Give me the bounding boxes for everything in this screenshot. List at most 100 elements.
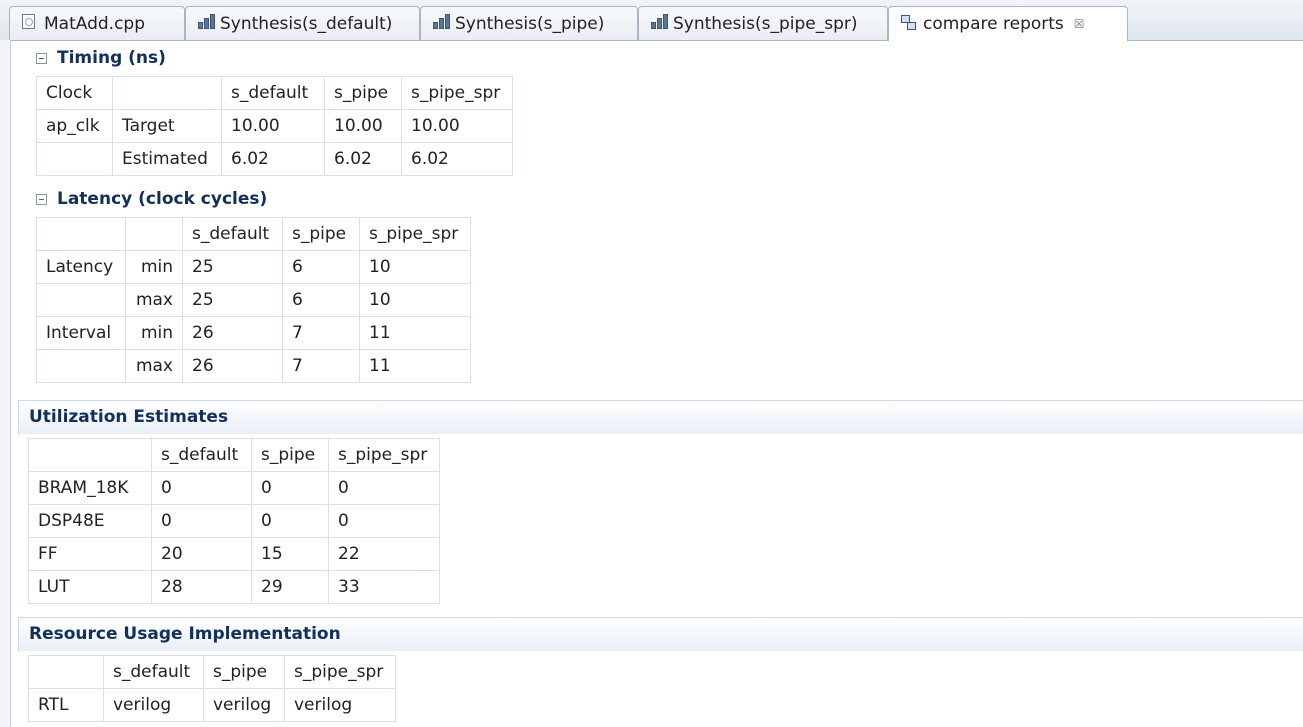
table-cell: 25 bbox=[182, 283, 283, 317]
table-cell: 6.02 bbox=[221, 142, 325, 176]
table-cell: 20 bbox=[151, 537, 252, 571]
table-header-row: s_default s_pipe s_pipe_spr bbox=[36, 217, 471, 251]
editor-left-border bbox=[0, 40, 11, 727]
tab-synthesis-s-pipe[interactable]: Synthesis(s_pipe) bbox=[420, 6, 638, 40]
compare-icon bbox=[901, 14, 917, 34]
table-cell: 6 bbox=[282, 283, 360, 317]
timing-table: Clock s_default s_pipe s_pipe_spr ap_clk… bbox=[36, 76, 513, 176]
tab-label: compare reports bbox=[923, 14, 1064, 34]
table-row: DSP48E 0 0 0 bbox=[28, 504, 440, 538]
table-row: Latency min 25 6 10 bbox=[36, 250, 471, 284]
table-cell: 10.00 bbox=[401, 109, 513, 143]
table-cell bbox=[36, 142, 113, 176]
table-header-row: s_default s_pipe s_pipe_spr bbox=[28, 438, 440, 472]
tab-label: MatAdd.cpp bbox=[44, 13, 145, 34]
table-cell: ap_clk bbox=[36, 109, 113, 143]
table-cell: 0 bbox=[151, 504, 252, 538]
table-cell: LUT bbox=[28, 570, 152, 604]
table-cell: verilog bbox=[103, 688, 204, 722]
utilization-table: s_default s_pipe s_pipe_spr BRAM_18K 0 0… bbox=[28, 438, 440, 604]
resource-section-header[interactable]: Resource Usage Implementation bbox=[18, 617, 1303, 651]
table-cell: 25 bbox=[182, 250, 283, 284]
table-cell: 0 bbox=[328, 471, 440, 505]
resource-table: s_default s_pipe s_pipe_spr RTL verilog … bbox=[28, 655, 396, 722]
table-cell: max bbox=[125, 349, 183, 383]
table-cell bbox=[36, 283, 126, 317]
table-cell: Interval bbox=[36, 316, 126, 350]
table-row: ap_clk Target 10.00 10.00 10.00 bbox=[36, 109, 513, 143]
collapse-icon[interactable] bbox=[36, 52, 47, 64]
table-cell: 0 bbox=[328, 504, 440, 538]
latency-title: Latency (clock cycles) bbox=[57, 189, 268, 209]
table-cell: s_pipe_spr bbox=[328, 438, 440, 472]
table-cell: s_default bbox=[103, 655, 204, 689]
table-cell: 0 bbox=[151, 471, 252, 505]
table-cell: 7 bbox=[282, 316, 360, 350]
editor-tab-bar: MatAdd.cpp Synthesis(s_default) Synthesi… bbox=[0, 0, 1303, 41]
table-cell bbox=[28, 655, 104, 689]
report-icon bbox=[198, 13, 215, 34]
table-row: Interval min 26 7 11 bbox=[36, 316, 471, 350]
report-icon bbox=[651, 13, 668, 34]
tab-compare-reports[interactable]: compare reports ☒ bbox=[888, 6, 1128, 41]
collapse-icon[interactable] bbox=[36, 193, 47, 205]
table-cell: 22 bbox=[328, 537, 440, 571]
table-cell: Clock bbox=[36, 76, 113, 110]
table-cell bbox=[112, 76, 222, 110]
table-header-row: Clock s_default s_pipe s_pipe_spr bbox=[36, 76, 513, 110]
tab-synthesis-s-default[interactable]: Synthesis(s_default) bbox=[185, 6, 420, 40]
table-cell: 10.00 bbox=[324, 109, 402, 143]
table-cell: s_pipe bbox=[282, 217, 360, 251]
table-cell bbox=[36, 349, 126, 383]
utilization-title: Utilization Estimates bbox=[29, 407, 229, 427]
timing-section-header[interactable]: Timing (ns) bbox=[36, 48, 166, 68]
table-cell: 10 bbox=[359, 250, 471, 284]
latency-section-header[interactable]: Latency (clock cycles) bbox=[36, 189, 267, 209]
table-cell: 26 bbox=[182, 349, 283, 383]
report-icon bbox=[433, 13, 450, 34]
table-cell: min bbox=[125, 316, 183, 350]
table-cell: 11 bbox=[359, 316, 471, 350]
table-header-row: s_default s_pipe s_pipe_spr bbox=[28, 655, 396, 689]
table-cell: 6 bbox=[282, 250, 360, 284]
tab-synthesis-s-pipe-spr[interactable]: Synthesis(s_pipe_spr) bbox=[638, 6, 888, 40]
table-cell: FF bbox=[28, 537, 152, 571]
table-cell: Latency bbox=[36, 250, 126, 284]
table-cell: 33 bbox=[328, 570, 440, 604]
table-cell: 0 bbox=[251, 504, 329, 538]
tab-label: Synthesis(s_pipe) bbox=[455, 13, 605, 34]
table-cell: min bbox=[125, 250, 183, 284]
table-cell: verilog bbox=[284, 688, 396, 722]
table-cell: s_pipe_spr bbox=[359, 217, 471, 251]
table-cell: 26 bbox=[182, 316, 283, 350]
table-row: Estimated 6.02 6.02 6.02 bbox=[36, 142, 513, 176]
table-cell: verilog bbox=[203, 688, 285, 722]
table-cell: s_pipe bbox=[251, 438, 329, 472]
file-icon bbox=[22, 13, 38, 34]
table-cell: BRAM_18K bbox=[28, 471, 152, 505]
tab-label: Synthesis(s_pipe_spr) bbox=[673, 13, 858, 34]
table-cell: 15 bbox=[251, 537, 329, 571]
table-row: RTL verilog verilog verilog bbox=[28, 688, 396, 722]
table-cell: 29 bbox=[251, 570, 329, 604]
table-cell: 6.02 bbox=[324, 142, 402, 176]
close-icon[interactable]: ☒ bbox=[1074, 17, 1085, 31]
table-row: max 25 6 10 bbox=[36, 283, 471, 317]
table-cell: s_pipe_spr bbox=[401, 76, 513, 110]
tab-matadd-cpp[interactable]: MatAdd.cpp bbox=[9, 6, 185, 40]
table-cell: s_pipe bbox=[203, 655, 285, 689]
timing-title: Timing (ns) bbox=[57, 48, 166, 68]
table-cell: Estimated bbox=[112, 142, 222, 176]
table-cell: 6.02 bbox=[401, 142, 513, 176]
table-cell: 28 bbox=[151, 570, 252, 604]
table-cell: Target bbox=[112, 109, 222, 143]
table-cell: DSP48E bbox=[28, 504, 152, 538]
table-cell: s_default bbox=[221, 76, 325, 110]
utilization-section-header[interactable]: Utilization Estimates bbox=[18, 400, 1303, 434]
table-row: max 26 7 11 bbox=[36, 349, 471, 383]
table-cell: s_pipe_spr bbox=[284, 655, 396, 689]
table-row: FF 20 15 22 bbox=[28, 537, 440, 571]
latency-table: s_default s_pipe s_pipe_spr Latency min … bbox=[36, 217, 471, 383]
table-cell: 10 bbox=[359, 283, 471, 317]
table-cell: RTL bbox=[28, 688, 104, 722]
